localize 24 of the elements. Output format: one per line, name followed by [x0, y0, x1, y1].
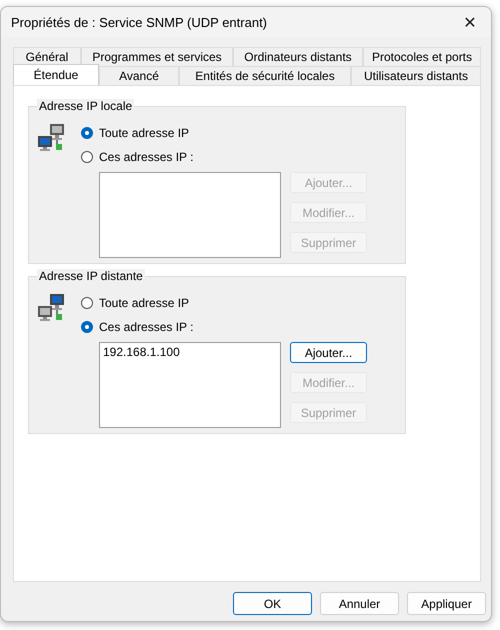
radio-button[interactable]: Toute adresse IP: [81, 291, 367, 315]
address-list[interactable]: [99, 172, 281, 258]
radio-button[interactable]: Ces adresses IP :: [81, 315, 367, 339]
radio-button[interactable]: Ces adresses IP :: [81, 145, 367, 169]
address-list[interactable]: 192.168.1.100: [99, 342, 281, 428]
window-title: Propriétés de : Service SNMP (UDP entrant): [11, 14, 268, 30]
computers-icon: [37, 123, 67, 153]
tab[interactable]: Ordinateurs distants: [233, 47, 363, 66]
group-title: Adresse IP locale: [37, 99, 134, 113]
computers-icon: [37, 293, 67, 323]
tab[interactable]: Avancé: [99, 66, 179, 85]
radio-button[interactable]: Toute adresse IP: [81, 121, 367, 145]
tab[interactable]: Protocoles et ports: [363, 47, 481, 66]
dialog-button[interactable]: Appliquer: [407, 592, 486, 615]
list-item[interactable]: 192.168.1.100: [103, 345, 180, 359]
tab[interactable]: Entités de sécurité locales: [179, 66, 351, 85]
close-button[interactable]: ✕: [455, 9, 485, 35]
dialog-button[interactable]: Annuler: [320, 592, 399, 615]
tab[interactable]: Étendue: [13, 64, 99, 85]
tab[interactable]: Utilisateurs distants: [351, 66, 481, 85]
dialog-button[interactable]: OK: [233, 592, 312, 615]
action-button[interactable]: Ajouter...: [290, 342, 367, 363]
group-title: Adresse IP distante: [37, 269, 145, 283]
tab[interactable]: Programmes et services: [81, 47, 233, 66]
